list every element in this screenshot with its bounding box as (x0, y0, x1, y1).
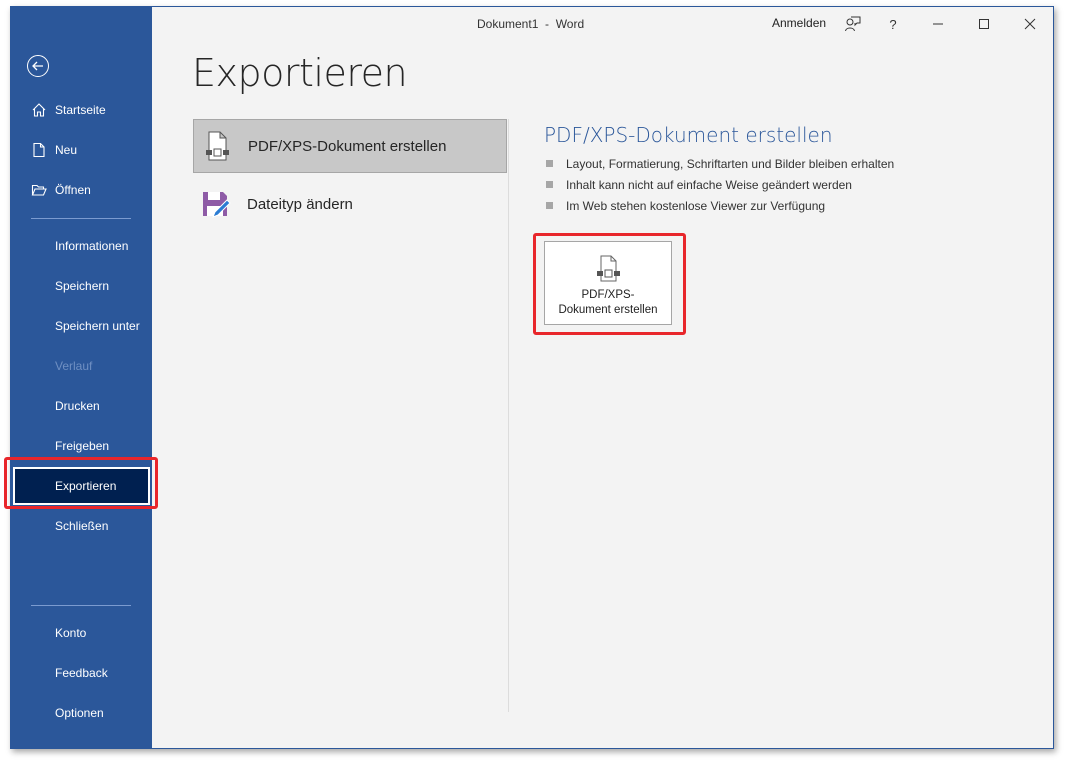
sidebar-item-startseite[interactable]: Startseite (11, 92, 152, 128)
feedback-button[interactable] (841, 13, 865, 35)
person-feedback-icon (845, 16, 861, 32)
minimize-icon (933, 23, 943, 25)
save-as-filetype-icon (203, 192, 231, 218)
sidebar-item-label: Drucken (55, 399, 100, 413)
sidebar-item-speichern[interactable]: Speichern (11, 268, 152, 304)
feature-list: Layout, Formatierung, Schriftarten und B… (546, 153, 894, 216)
home-icon (32, 103, 46, 117)
sidebar-divider (31, 218, 131, 219)
sidebar-item-schliessen[interactable]: Schließen (11, 508, 152, 544)
sidebar-item-konto[interactable]: Konto (11, 615, 152, 651)
feature-item: Layout, Formatierung, Schriftarten und B… (546, 153, 894, 174)
word-window: Startseite Neu Öffnen Informationen Spei… (10, 6, 1054, 749)
pdf-document-icon (206, 131, 229, 161)
detail-title: PDF/XPS-Dokument erstellen (544, 123, 833, 147)
option-label: Dateityp ändern (247, 195, 353, 213)
option-create-pdf-xps[interactable]: PDF/XPS-Dokument erstellen (193, 119, 507, 173)
sidebar-item-optionen[interactable]: Optionen (11, 695, 152, 731)
new-document-icon (33, 142, 45, 158)
option-change-file-type[interactable]: Dateityp ändern (193, 177, 507, 231)
sidebar-item-label: Informationen (55, 239, 129, 253)
option-label: PDF/XPS-Dokument erstellen (248, 137, 447, 155)
sign-in-link[interactable]: Anmelden (772, 16, 826, 30)
back-arrow-icon (32, 61, 43, 71)
bullet-icon (546, 160, 553, 167)
open-folder-icon (31, 184, 47, 196)
close-button[interactable] (1018, 13, 1042, 35)
sidebar-item-label: Konto (55, 626, 87, 640)
pdf-document-icon (597, 255, 620, 282)
sidebar-item-informationen[interactable]: Informationen (11, 228, 152, 264)
sidebar-item-neu[interactable]: Neu (11, 132, 152, 168)
sidebar-item-label: Optionen (55, 706, 104, 720)
sidebar-item-label: Feedback (55, 666, 108, 680)
sidebar-item-label: Verlauf (55, 359, 93, 373)
page-title: Exportieren (192, 51, 408, 95)
maximize-icon (979, 19, 989, 29)
sidebar-item-label: Öffnen (55, 183, 91, 197)
sidebar-divider (31, 605, 131, 606)
sidebar-item-oeffnen[interactable]: Öffnen (11, 172, 152, 208)
sidebar-item-freigeben[interactable]: Freigeben (11, 428, 152, 464)
sidebar-item-label: Speichern unter (55, 319, 140, 333)
back-button[interactable] (27, 55, 49, 77)
feature-item: Im Web stehen kostenlose Viewer zur Verf… (546, 195, 894, 216)
sidebar-item-label: Freigeben (55, 439, 110, 453)
sidebar-item-label: Startseite (55, 103, 106, 117)
minimize-button[interactable] (926, 13, 950, 35)
sidebar-item-verlauf: Verlauf (11, 348, 152, 384)
sidebar-item-label: Speichern (55, 279, 110, 293)
help-button[interactable]: ? (881, 13, 905, 35)
button-label: PDF/XPS- Dokument erstellen (558, 289, 658, 316)
close-icon (1024, 18, 1036, 30)
backstage-sidebar: Startseite Neu Öffnen Informationen Spei… (11, 7, 152, 748)
sidebar-item-drucken[interactable]: Drucken (11, 388, 152, 424)
maximize-button[interactable] (972, 13, 996, 35)
bullet-icon (546, 202, 553, 209)
window-title: Dokument1 - Word (477, 17, 585, 31)
panel-divider (508, 119, 509, 712)
feature-item: Inhalt kann nicht auf einfache Weise geä… (546, 174, 894, 195)
sidebar-item-exportieren[interactable]: Exportieren (13, 467, 150, 505)
sidebar-item-feedback[interactable]: Feedback (11, 655, 152, 691)
sidebar-item-label: Schließen (55, 519, 109, 533)
sidebar-item-label: Exportieren (55, 479, 117, 493)
bullet-icon (546, 181, 553, 188)
sidebar-item-speichern-unter[interactable]: Speichern unter (11, 308, 152, 344)
sidebar-item-label: Neu (55, 143, 78, 157)
create-pdf-xps-button[interactable]: PDF/XPS- Dokument erstellen (544, 241, 672, 325)
